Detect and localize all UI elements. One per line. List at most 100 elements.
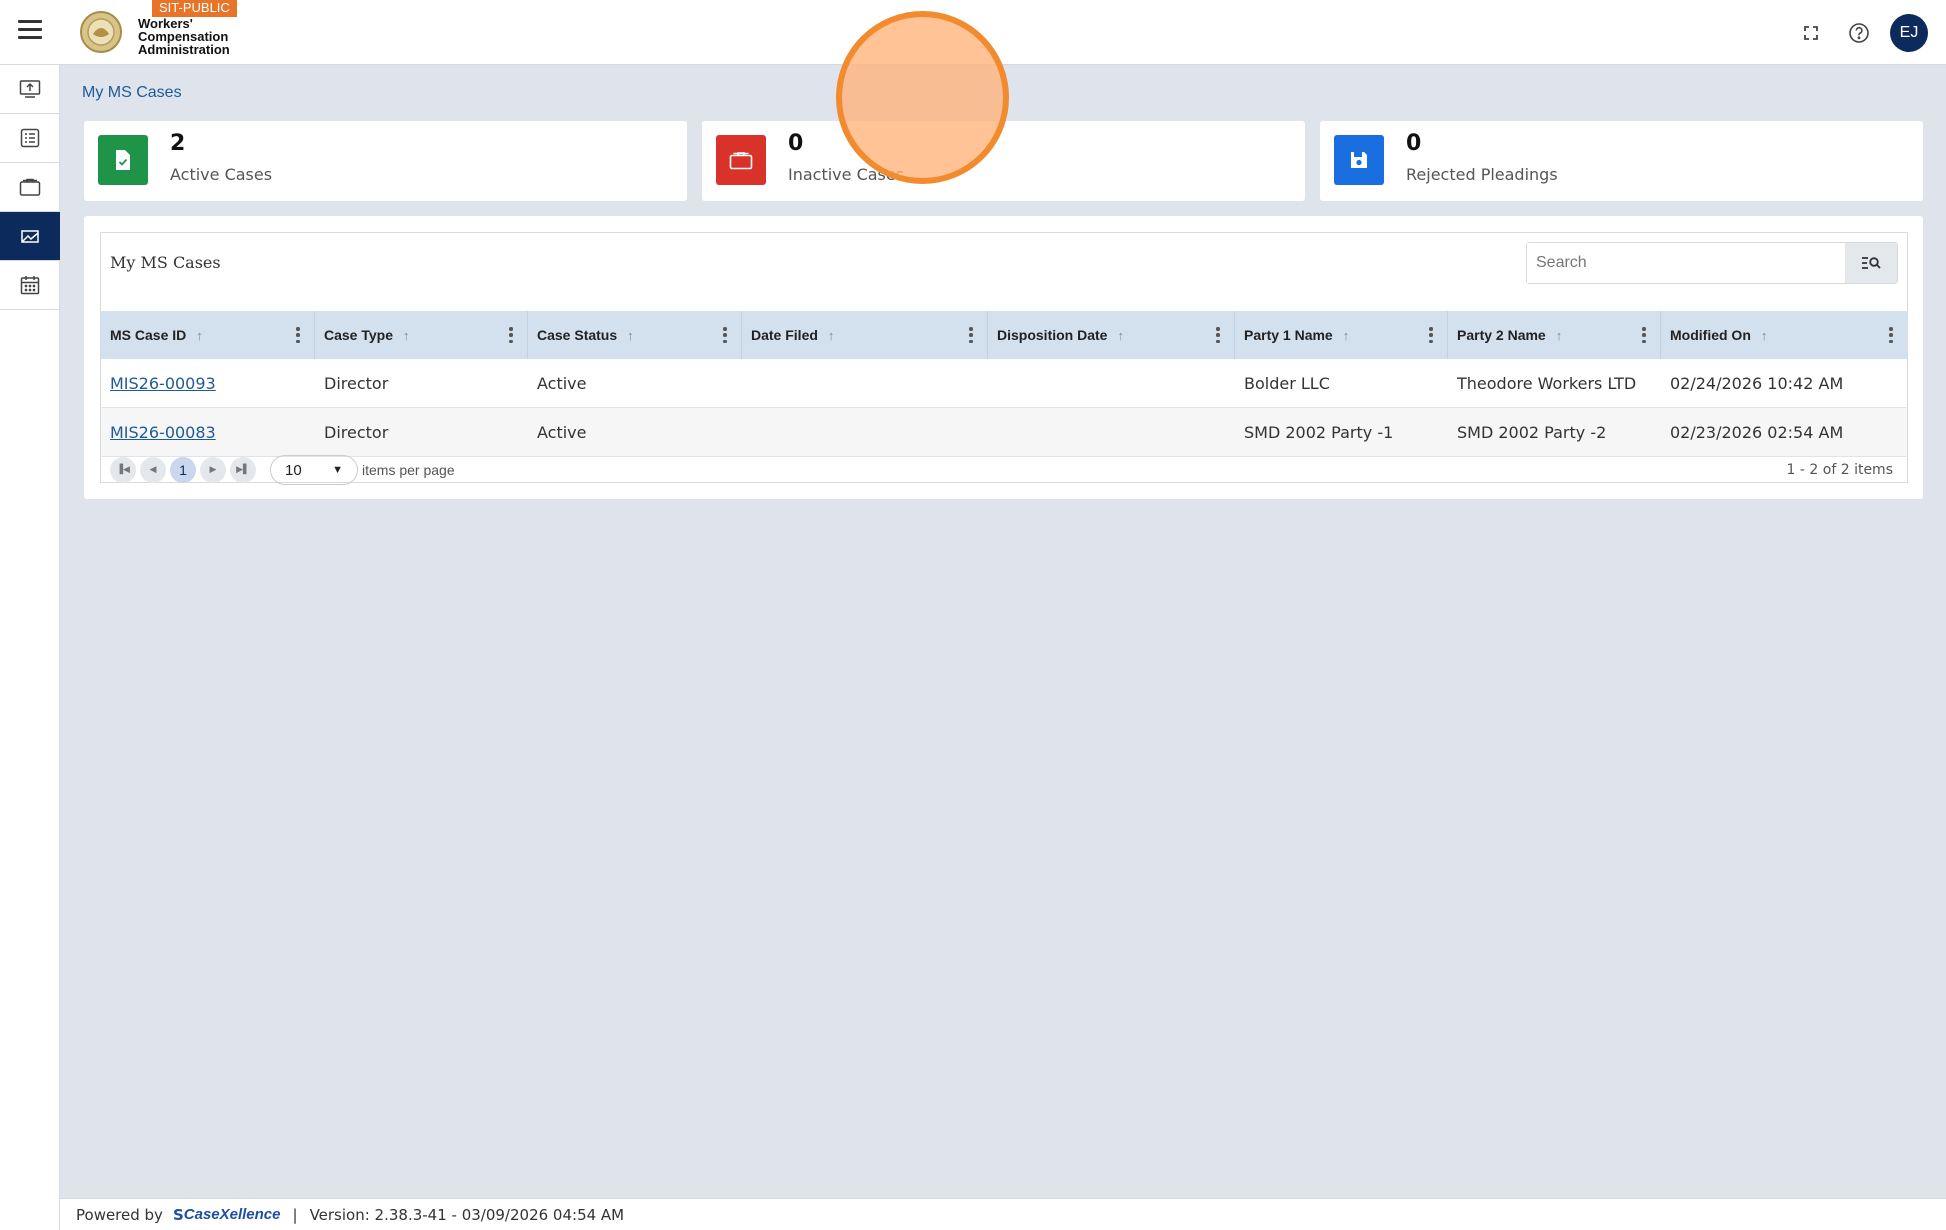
cases-icon	[21, 230, 39, 243]
first-page-button[interactable]: ▐◀	[110, 457, 136, 483]
column-header-party-2-name[interactable]: Party 2 Name ↑	[1448, 311, 1661, 359]
upload-icon	[19, 80, 41, 98]
sort-arrow-icon[interactable]: ↑	[196, 328, 203, 343]
per-page-label: items per page	[362, 462, 455, 478]
cell-disposition-date	[988, 408, 1235, 456]
casexellence-logo-icon: S	[172, 1205, 184, 1224]
checklist-icon	[20, 128, 40, 148]
column-menu-icon[interactable]	[1642, 327, 1646, 343]
fullscreen-icon[interactable]	[1798, 20, 1824, 46]
cell-modified-on: 02/23/2026 02:54 AM	[1670, 422, 1844, 442]
cell-ms-case-id: MIS26-00093	[101, 359, 315, 407]
column-menu-icon[interactable]	[509, 327, 513, 343]
column-menu-icon[interactable]	[1429, 327, 1433, 343]
briefcase-icon	[716, 135, 766, 185]
cell-case-status: Active	[537, 373, 587, 393]
sort-arrow-icon[interactable]: ↑	[1556, 328, 1563, 343]
column-header-case-status[interactable]: Case Status ↑	[528, 311, 742, 359]
column-menu-icon[interactable]	[1216, 327, 1220, 343]
sidebar	[0, 65, 60, 1230]
cell-case-type: Director	[324, 422, 389, 442]
cell-case-status: Active	[537, 422, 587, 442]
user-avatar[interactable]: EJ	[1890, 14, 1928, 52]
sidebar-item-ms-cases[interactable]	[0, 212, 60, 261]
sort-arrow-icon[interactable]: ↑	[1343, 328, 1350, 343]
cell-disposition-date	[988, 359, 1235, 407]
cell-party-1-name: SMD 2002 Party -1	[1244, 422, 1394, 442]
stat-value: 2	[170, 131, 186, 156]
menu-icon[interactable]	[18, 20, 42, 44]
sort-arrow-icon[interactable]: ↑	[403, 328, 410, 343]
column-header-disposition-date[interactable]: Disposition Date ↑	[988, 311, 1235, 359]
cell-case-type: Director	[324, 373, 389, 393]
column-menu-icon[interactable]	[1889, 327, 1893, 343]
case-id-link[interactable]: MIS26-00083	[110, 423, 216, 442]
column-header-modified-on[interactable]: Modified On ↑	[1661, 311, 1907, 359]
save-icon	[1334, 135, 1384, 185]
column-header-date-filed[interactable]: Date Filed ↑	[742, 311, 988, 359]
brand-name: CaseXellence	[183, 1206, 281, 1223]
column-menu-icon[interactable]	[969, 327, 973, 343]
cases-grid: My MS Cases MS Case ID↑ Case Type↑	[100, 232, 1908, 485]
column-menu-icon[interactable]	[723, 327, 727, 343]
pager: ▐◀ ◀ 1 ▶ ▶▌ 10 ▼ items per page 1 - 2 of…	[101, 455, 1907, 485]
chevron-down-icon: ▼	[332, 464, 343, 476]
cell-modified-on: 02/24/2026 10:42 AM	[1670, 373, 1844, 393]
column-header-party-1-name[interactable]: Party 1 Name ↑	[1235, 311, 1448, 359]
org-name: Workers' Compensation Administration	[138, 16, 230, 57]
briefcase-icon	[19, 178, 41, 196]
table-row[interactable]: MIS26-00093 Director Active Bolder LLC T…	[101, 359, 1907, 408]
cell-date-filed	[742, 359, 988, 407]
case-id-link[interactable]: MIS26-00093	[110, 374, 216, 393]
column-header-case-type[interactable]: Case Type ↑	[315, 311, 528, 359]
cell-date-filed	[742, 408, 988, 456]
last-page-button[interactable]: ▶▌	[230, 457, 256, 483]
cell-ms-case-id: MIS26-00083	[101, 408, 315, 456]
page-size-select[interactable]: 10 ▼	[270, 455, 358, 485]
column-header-ms-case-id[interactable]: MS Case ID ↑	[101, 311, 315, 359]
search-input[interactable]	[1527, 243, 1845, 283]
stat-card-active-cases[interactable]: 2 Active Cases	[84, 121, 687, 201]
stat-label: Active Cases	[170, 165, 273, 184]
cell-party-1-name: Bolder LLC	[1244, 373, 1330, 393]
sidebar-item-checklist[interactable]	[0, 114, 60, 163]
footer: Powered by S CaseXellence | Version: 2.38…	[60, 1198, 1946, 1230]
pager-info: 1 - 2 of 2 items	[1786, 462, 1893, 478]
stat-value: 0	[1406, 131, 1422, 156]
breadcrumb[interactable]: My MS Cases	[82, 84, 182, 102]
sort-arrow-icon[interactable]: ↑	[627, 328, 634, 343]
document-check-icon	[98, 135, 148, 185]
table-row[interactable]: MIS26-00083 Director Active SMD 2002 Par…	[101, 408, 1907, 457]
prev-page-button[interactable]: ◀	[140, 457, 166, 483]
state-seal-logo	[76, 10, 126, 54]
grid-title: My MS Cases	[110, 253, 221, 272]
sort-arrow-icon[interactable]: ↑	[828, 328, 835, 343]
column-menu-icon[interactable]	[296, 327, 300, 343]
footer-separator: |	[292, 1205, 298, 1224]
sort-arrow-icon[interactable]: ↑	[1117, 328, 1124, 343]
cell-party-2-name: SMD 2002 Party -2	[1457, 422, 1607, 442]
search-box	[1526, 242, 1898, 284]
environment-badge: SIT-PUBLIC	[152, 0, 237, 17]
cases-panel: My MS Cases MS Case ID↑ Case Type↑	[84, 216, 1923, 499]
search-list-icon	[1862, 257, 1881, 269]
stat-label: Rejected Pleadings	[1406, 165, 1558, 184]
stat-card-rejected-pleadings[interactable]: 0 Rejected Pleadings	[1320, 121, 1923, 201]
powered-by-label: Powered by	[76, 1205, 163, 1224]
sidebar-item-briefcase[interactable]	[0, 163, 60, 212]
stat-card-inactive-cases[interactable]: 0 Inactive Cases	[702, 121, 1305, 201]
search-button[interactable]	[1845, 243, 1897, 283]
next-page-button[interactable]: ▶	[200, 457, 226, 483]
sort-arrow-icon[interactable]: ↑	[1761, 328, 1768, 343]
help-icon[interactable]	[1846, 20, 1872, 46]
cell-party-2-name: Theodore Workers LTD	[1457, 373, 1637, 393]
grid-header: MS Case ID ↑ Case Type ↑ Case Status ↑ Date…	[101, 311, 1907, 359]
click-indicator	[836, 11, 1009, 184]
page-size-value: 10	[285, 461, 302, 479]
sidebar-item-calendar[interactable]	[0, 261, 60, 310]
version-label: Version: 2.38.3-41 - 03/09/2026 04:54 AM	[309, 1205, 625, 1224]
stat-value: 0	[788, 131, 804, 156]
calendar-icon	[20, 276, 40, 295]
sidebar-item-upload[interactable]	[0, 65, 60, 114]
page-number-button[interactable]: 1	[170, 457, 196, 483]
